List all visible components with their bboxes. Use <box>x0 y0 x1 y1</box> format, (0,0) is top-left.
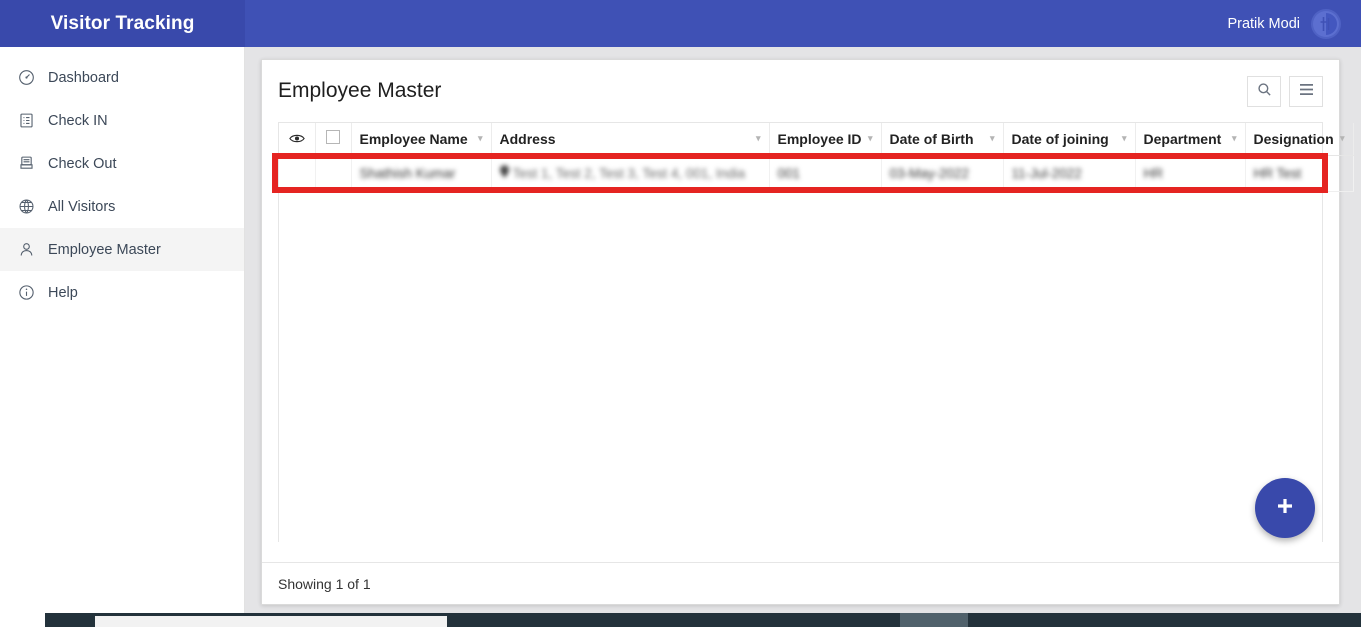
brand-title: Visitor Tracking <box>0 0 245 47</box>
cell-department: HR <box>1135 155 1246 192</box>
search-icon <box>1257 82 1272 100</box>
chevron-down-icon[interactable]: ▾ <box>1232 134 1237 143</box>
sidebar-item-help[interactable]: Help <box>0 271 244 314</box>
taskbar-block-active <box>900 613 968 627</box>
column-label: Date of Birth <box>889 130 974 147</box>
column-header-designation[interactable]: Designation ▾ <box>1245 123 1354 156</box>
receipt-printer-icon <box>17 155 35 173</box>
cell-designation: HR Test <box>1245 155 1354 192</box>
employee-master-card: Employee Master Employee Name ▾ Address … <box>261 59 1354 605</box>
sidebar-item-label: Help <box>48 284 78 301</box>
sidebar-item-label: Dashboard <box>48 69 119 86</box>
column-label: Address <box>499 130 556 147</box>
column-label: Department <box>1143 130 1222 147</box>
chevron-down-icon[interactable]: ▾ <box>478 134 483 143</box>
column-header-visibility[interactable] <box>279 123 316 156</box>
os-taskbar-strip <box>0 613 1361 627</box>
chevron-down-icon[interactable]: ▾ <box>990 134 995 143</box>
sidebar-item-employee-master[interactable]: Employee Master <box>0 228 244 271</box>
taskbar-block-left <box>0 613 45 627</box>
row-visibility-cell[interactable] <box>279 155 316 192</box>
info-circle-icon <box>17 284 35 302</box>
globe-icon <box>17 198 35 216</box>
table-row[interactable]: Shathish Kumar Test 1, Test 2, Test 3, T… <box>279 155 1354 192</box>
column-header-employee-name[interactable]: Employee Name ▾ <box>351 123 492 156</box>
cell-address: Test 1, Test 2, Test 3, Test 4, 001, Ind… <box>491 155 770 192</box>
page-title: Employee Master <box>278 79 442 102</box>
table-body: Shathish Kumar Test 1, Test 2, Test 3, T… <box>279 155 1354 192</box>
column-header-address[interactable]: Address ▾ <box>491 123 770 156</box>
table-header-row: Employee Name ▾ Address ▾ Employee ID ▾ … <box>279 123 1354 156</box>
sidebar-item-label: Check IN <box>48 112 108 129</box>
column-label: Designation <box>1253 130 1334 147</box>
column-label: Employee ID <box>777 130 862 147</box>
chevron-down-icon[interactable]: ▾ <box>868 134 873 143</box>
chevron-down-icon[interactable]: ▾ <box>756 134 761 143</box>
column-header-department[interactable]: Department ▾ <box>1135 123 1246 156</box>
column-label: Date of joining <box>1011 130 1109 147</box>
row-select-cell[interactable] <box>315 155 352 192</box>
table-footer: Showing 1 of 1 <box>262 562 1339 604</box>
column-header-select-all[interactable] <box>315 123 352 156</box>
eye-icon[interactable] <box>288 131 305 147</box>
search-button[interactable] <box>1247 75 1281 107</box>
sidebar-item-label: All Visitors <box>48 198 116 215</box>
cell-employee-name: Shathish Kumar <box>351 155 492 192</box>
column-header-date-of-joining[interactable]: Date of joining ▾ <box>1003 123 1136 156</box>
user-avatar-icon[interactable] <box>1311 8 1341 39</box>
card-header: Employee Master <box>262 60 1339 122</box>
user-menu[interactable]: Pratik Modi <box>1227 0 1361 47</box>
sidebar: Dashboard Check IN Check Out All Visitor… <box>0 47 245 613</box>
sidebar-item-label: Employee Master <box>48 241 161 258</box>
menu-button[interactable] <box>1289 75 1323 107</box>
add-employee-fab[interactable] <box>1255 478 1315 538</box>
column-label: Employee Name <box>359 130 468 147</box>
taskbar-block-window <box>95 616 447 627</box>
sidebar-item-dashboard[interactable]: Dashboard <box>0 56 244 99</box>
speedometer-icon <box>17 69 35 87</box>
table-head: Employee Name ▾ Address ▾ Employee ID ▾ … <box>279 123 1354 156</box>
employee-table: Employee Name ▾ Address ▾ Employee ID ▾ … <box>279 123 1354 192</box>
showing-count-label: Showing 1 of 1 <box>278 575 371 592</box>
clipboard-list-icon <box>17 112 35 130</box>
employee-table-container: Employee Name ▾ Address ▾ Employee ID ▾ … <box>278 122 1354 542</box>
chevron-down-icon[interactable]: ▾ <box>1340 134 1345 143</box>
sidebar-item-check-out[interactable]: Check Out <box>0 142 244 185</box>
address-text: Test 1, Test 2, Test 3, Test 4, 001, Ind… <box>512 165 746 181</box>
chevron-down-icon[interactable]: ▾ <box>1122 134 1127 143</box>
cell-date-of-joining: 11-Jul-2022 <box>1003 155 1136 192</box>
top-bar: Visitor Tracking Pratik Modi <box>0 0 1361 47</box>
cell-employee-id: 001 <box>769 155 882 192</box>
map-pin-icon <box>499 165 509 181</box>
sidebar-item-check-in[interactable]: Check IN <box>0 99 244 142</box>
column-header-employee-id[interactable]: Employee ID ▾ <box>769 123 882 156</box>
cell-date-of-birth: 03-May-2022 <box>881 155 1004 192</box>
person-icon <box>17 241 35 259</box>
plus-icon <box>1274 495 1296 522</box>
checkbox-unchecked-icon[interactable] <box>326 130 340 145</box>
sidebar-item-all-visitors[interactable]: All Visitors <box>0 185 244 228</box>
hamburger-menu-icon <box>1299 83 1314 99</box>
app-root: Visitor Tracking Pratik Modi Dashboard C… <box>0 0 1361 627</box>
sidebar-item-label: Check Out <box>48 155 117 172</box>
column-header-date-of-birth[interactable]: Date of Birth ▾ <box>881 123 1004 156</box>
user-name: Pratik Modi <box>1227 15 1300 32</box>
